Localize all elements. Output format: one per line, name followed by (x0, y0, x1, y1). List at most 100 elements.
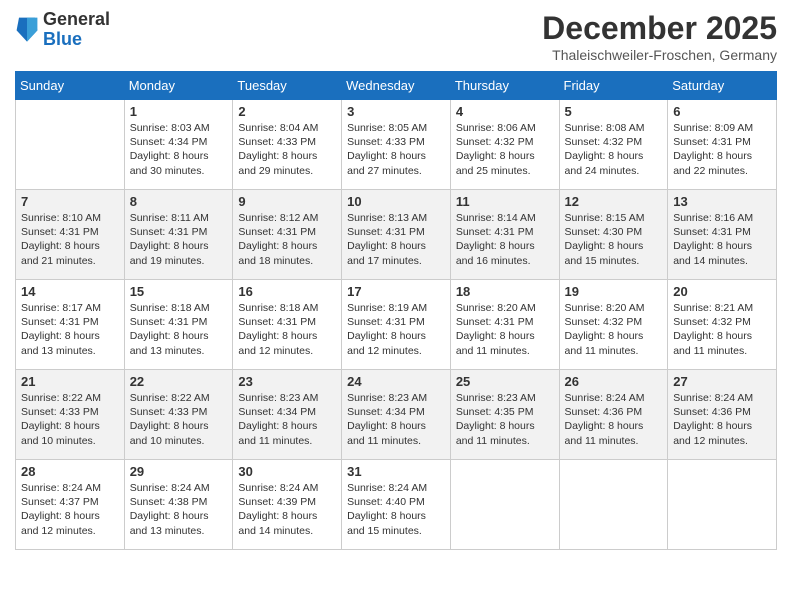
header-day: Sunday (16, 72, 125, 100)
day-number: 6 (673, 104, 771, 119)
day-number: 9 (238, 194, 336, 209)
day-number: 23 (238, 374, 336, 389)
day-info: Sunrise: 8:24 AMSunset: 4:39 PMDaylight:… (238, 481, 336, 538)
calendar-cell: 18Sunrise: 8:20 AMSunset: 4:31 PMDayligh… (450, 280, 559, 370)
header-row: SundayMondayTuesdayWednesdayThursdayFrid… (16, 72, 777, 100)
day-number: 10 (347, 194, 445, 209)
day-info: Sunrise: 8:14 AMSunset: 4:31 PMDaylight:… (456, 211, 554, 268)
calendar-cell: 2Sunrise: 8:04 AMSunset: 4:33 PMDaylight… (233, 100, 342, 190)
day-number: 24 (347, 374, 445, 389)
day-info: Sunrise: 8:24 AMSunset: 4:36 PMDaylight:… (565, 391, 663, 448)
day-info: Sunrise: 8:18 AMSunset: 4:31 PMDaylight:… (130, 301, 228, 358)
day-number: 8 (130, 194, 228, 209)
day-number: 20 (673, 284, 771, 299)
header-day: Wednesday (342, 72, 451, 100)
day-number: 15 (130, 284, 228, 299)
day-info: Sunrise: 8:24 AMSunset: 4:36 PMDaylight:… (673, 391, 771, 448)
calendar-table: SundayMondayTuesdayWednesdayThursdayFrid… (15, 71, 777, 550)
logo: General Blue (15, 10, 110, 50)
page-header: General Blue December 2025 Thaleischweil… (15, 10, 777, 63)
day-info: Sunrise: 8:23 AMSunset: 4:34 PMDaylight:… (347, 391, 445, 448)
day-number: 16 (238, 284, 336, 299)
calendar-cell: 27 Sunrise: 8:24 AMSunset: 4:36 PMDayligh… (668, 370, 777, 460)
day-number: 17 (347, 284, 445, 299)
calendar-cell: 24 Sunrise: 8:23 AMSunset: 4:34 PMDayligh… (342, 370, 451, 460)
calendar-cell: 9Sunrise: 8:12 AMSunset: 4:31 PMDaylight… (233, 190, 342, 280)
day-info: Sunrise: 8:20 AMSunset: 4:32 PMDaylight:… (565, 301, 663, 358)
day-info: Sunrise: 8:18 AMSunset: 4:31 PMDaylight:… (238, 301, 336, 358)
calendar-cell: 25Sunrise: 8:23 AMSunset: 4:35 PMDayligh… (450, 370, 559, 460)
day-info: Sunrise: 8:24 AMSunset: 4:37 PMDaylight:… (21, 481, 119, 538)
calendar-body: 1 Sunrise: 8:03 AMSunset: 4:34 PMDaylight… (16, 100, 777, 550)
calendar-week: 21Sunrise: 8:22 AMSunset: 4:33 PMDayligh… (16, 370, 777, 460)
logo-icon (15, 16, 39, 44)
header-day: Monday (124, 72, 233, 100)
day-number: 27 (673, 374, 771, 389)
calendar-cell: 8 Sunrise: 8:11 AMSunset: 4:31 PMDaylight… (124, 190, 233, 280)
logo-text: General Blue (43, 10, 110, 50)
day-info: Sunrise: 8:22 AMSunset: 4:33 PMDaylight:… (21, 391, 119, 448)
calendar-cell: 29 Sunrise: 8:24 AMSunset: 4:38 PMDayligh… (124, 460, 233, 550)
calendar-week: 14Sunrise: 8:17 AMSunset: 4:31 PMDayligh… (16, 280, 777, 370)
day-number: 7 (21, 194, 119, 209)
day-number: 1 (130, 104, 228, 119)
calendar-cell: 13 Sunrise: 8:16 AMSunset: 4:31 PMDayligh… (668, 190, 777, 280)
day-info: Sunrise: 8:23 AMSunset: 4:35 PMDaylight:… (456, 391, 554, 448)
header-day: Thursday (450, 72, 559, 100)
calendar-cell: 23 Sunrise: 8:23 AMSunset: 4:34 PMDayligh… (233, 370, 342, 460)
calendar-week: 1 Sunrise: 8:03 AMSunset: 4:34 PMDaylight… (16, 100, 777, 190)
day-info: Sunrise: 8:16 AMSunset: 4:31 PMDaylight:… (673, 211, 771, 268)
day-number: 22 (130, 374, 228, 389)
day-number: 13 (673, 194, 771, 209)
day-info: Sunrise: 8:15 AMSunset: 4:30 PMDaylight:… (565, 211, 663, 268)
day-info: Sunrise: 8:09 AMSunset: 4:31 PMDaylight:… (673, 121, 771, 178)
month-title: December 2025 (542, 10, 777, 47)
calendar-header: SundayMondayTuesdayWednesdayThursdayFrid… (16, 72, 777, 100)
header-day: Friday (559, 72, 668, 100)
calendar-cell: 5Sunrise: 8:08 AMSunset: 4:32 PMDaylight… (559, 100, 668, 190)
day-info: Sunrise: 8:11 AMSunset: 4:31 PMDaylight:… (130, 211, 228, 268)
day-number: 4 (456, 104, 554, 119)
day-info: Sunrise: 8:17 AMSunset: 4:31 PMDaylight:… (21, 301, 119, 358)
logo-blue: Blue (43, 30, 110, 50)
day-info: Sunrise: 8:10 AMSunset: 4:31 PMDaylight:… (21, 211, 119, 268)
day-info: Sunrise: 8:04 AMSunset: 4:33 PMDaylight:… (238, 121, 336, 178)
calendar-cell: 20 Sunrise: 8:21 AMSunset: 4:32 PMDayligh… (668, 280, 777, 370)
day-info: Sunrise: 8:03 AMSunset: 4:34 PMDaylight:… (130, 121, 228, 178)
calendar-cell: 19Sunrise: 8:20 AMSunset: 4:32 PMDayligh… (559, 280, 668, 370)
day-info: Sunrise: 8:21 AMSunset: 4:32 PMDaylight:… (673, 301, 771, 358)
calendar-cell (16, 100, 125, 190)
calendar-week: 28 Sunrise: 8:24 AMSunset: 4:37 PMDayligh… (16, 460, 777, 550)
calendar-cell: 28 Sunrise: 8:24 AMSunset: 4:37 PMDayligh… (16, 460, 125, 550)
calendar-cell: 21Sunrise: 8:22 AMSunset: 4:33 PMDayligh… (16, 370, 125, 460)
day-number: 31 (347, 464, 445, 479)
calendar-cell: 12 Sunrise: 8:15 AMSunset: 4:30 PMDayligh… (559, 190, 668, 280)
calendar-cell: 6 Sunrise: 8:09 AMSunset: 4:31 PMDaylight… (668, 100, 777, 190)
day-info: Sunrise: 8:24 AMSunset: 4:38 PMDaylight:… (130, 481, 228, 538)
calendar-cell: 14Sunrise: 8:17 AMSunset: 4:31 PMDayligh… (16, 280, 125, 370)
day-number: 12 (565, 194, 663, 209)
location: Thaleischweiler-Froschen, Germany (542, 47, 777, 63)
calendar-cell: 17Sunrise: 8:19 AMSunset: 4:31 PMDayligh… (342, 280, 451, 370)
calendar-cell: 10 Sunrise: 8:13 AMSunset: 4:31 PMDayligh… (342, 190, 451, 280)
day-number: 28 (21, 464, 119, 479)
day-info: Sunrise: 8:22 AMSunset: 4:33 PMDaylight:… (130, 391, 228, 448)
calendar-cell: 11 Sunrise: 8:14 AMSunset: 4:31 PMDayligh… (450, 190, 559, 280)
logo-general: General (43, 10, 110, 30)
day-info: Sunrise: 8:08 AMSunset: 4:32 PMDaylight:… (565, 121, 663, 178)
day-number: 11 (456, 194, 554, 209)
day-info: Sunrise: 8:05 AMSunset: 4:33 PMDaylight:… (347, 121, 445, 178)
calendar-cell: 7 Sunrise: 8:10 AMSunset: 4:31 PMDaylight… (16, 190, 125, 280)
day-number: 18 (456, 284, 554, 299)
header-day: Tuesday (233, 72, 342, 100)
calendar-cell: 26 Sunrise: 8:24 AMSunset: 4:36 PMDayligh… (559, 370, 668, 460)
calendar-cell: 22 Sunrise: 8:22 AMSunset: 4:33 PMDayligh… (124, 370, 233, 460)
calendar-cell: 30Sunrise: 8:24 AMSunset: 4:39 PMDayligh… (233, 460, 342, 550)
day-number: 26 (565, 374, 663, 389)
day-info: Sunrise: 8:23 AMSunset: 4:34 PMDaylight:… (238, 391, 336, 448)
day-number: 29 (130, 464, 228, 479)
calendar-cell: 15 Sunrise: 8:18 AMSunset: 4:31 PMDayligh… (124, 280, 233, 370)
day-info: Sunrise: 8:13 AMSunset: 4:31 PMDaylight:… (347, 211, 445, 268)
title-section: December 2025 Thaleischweiler-Froschen, … (542, 10, 777, 63)
calendar-cell: 3Sunrise: 8:05 AMSunset: 4:33 PMDaylight… (342, 100, 451, 190)
